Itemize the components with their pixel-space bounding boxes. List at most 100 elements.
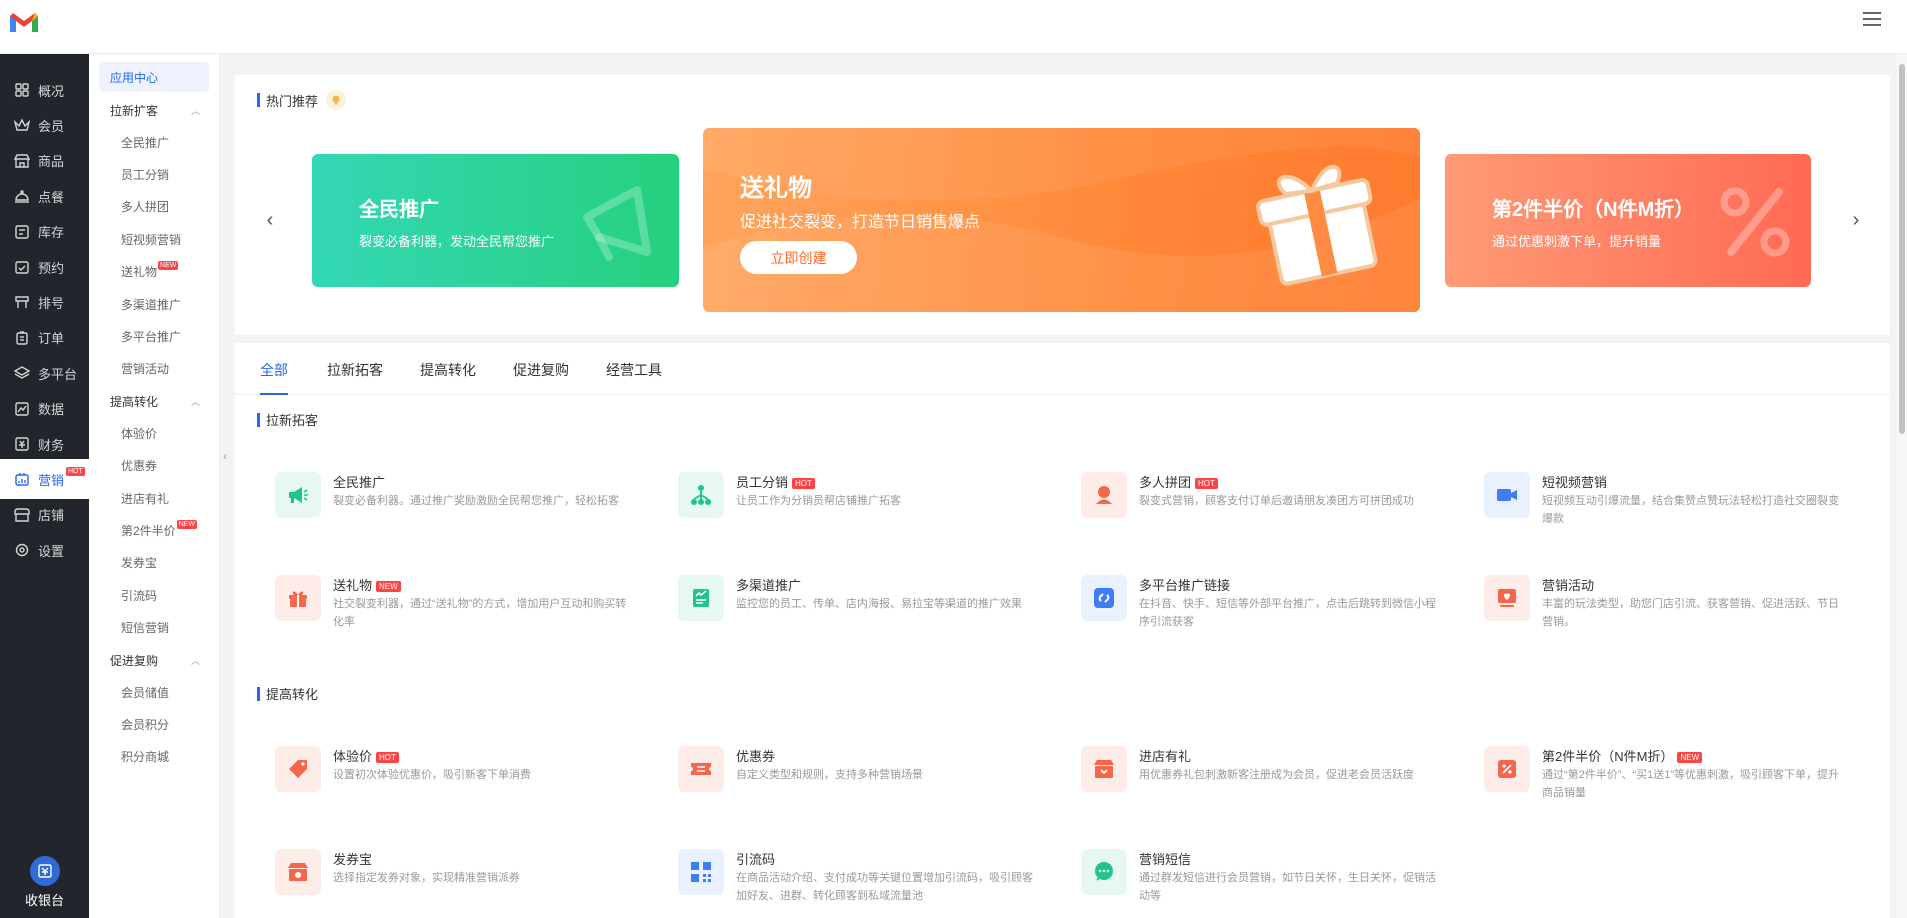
nav-item-9[interactable]: 数据 — [0, 389, 89, 429]
app-card[interactable]: 营销短信 通过群发短信进行会员营销，如节日关怀，生日关怀，促销活动等 — [1081, 849, 1461, 918]
tab-4[interactable]: 经营工具 — [606, 360, 662, 380]
app-name: 发券宝 — [333, 852, 373, 867]
app-card[interactable]: 体验价 HOT 设置初次体验优惠价，吸引新客下单消费 — [275, 746, 655, 816]
submenu-item-label: 会员积分 — [121, 717, 170, 732]
app-name: 优惠券 — [736, 749, 776, 764]
menu-group-title: 提高转化 — [110, 394, 159, 409]
nav-item-5[interactable]: 预约 — [0, 247, 89, 287]
percent-icon — [1720, 187, 1790, 257]
submenu-item[interactable]: 引流码 — [89, 580, 219, 610]
app-name: 员工分销 HOT — [736, 472, 815, 491]
section-title: 拉新拓客 — [257, 410, 318, 429]
nav-item-0[interactable]: 概况 — [0, 70, 89, 110]
cashier-button[interactable]: 收银台 — [0, 848, 89, 918]
app-center-item[interactable]: 应用中心 — [99, 62, 209, 92]
submenu-item[interactable]: 第2件半价 NEW — [89, 515, 219, 545]
nav-item-1[interactable]: 会员 — [0, 105, 89, 145]
banner-second-half-price[interactable]: 第2件半价（N件M折） 通过优惠刺激下单，提升销量 — [1445, 154, 1811, 287]
tab-0[interactable]: 全部 — [260, 360, 288, 395]
app-card[interactable]: 员工分销 HOT 让员工作为分销员帮店铺推广拓客 — [678, 472, 1058, 542]
banner-gift[interactable]: 送礼物 促进社交裂变，打造节日销售爆点 立即创建 — [703, 128, 1420, 312]
page-scrollbar[interactable] — [1897, 54, 1907, 918]
submenu-item[interactable]: 多渠道推广 — [89, 289, 219, 319]
submenu-item[interactable]: 员工分销 — [89, 159, 219, 189]
app-card[interactable]: 短视频营销 短视频互动引爆流量，结合集赞点赞玩法轻松打造社交圈裂变爆款 — [1484, 472, 1864, 542]
carousel-next-icon[interactable]: › — [1846, 210, 1866, 230]
app-card[interactable]: 进店有礼 用优惠券礼包刺激新客注册成为会员，促进老会员活跃度 — [1081, 746, 1461, 816]
submenu-item-label: 积分商城 — [121, 750, 170, 765]
tab-3[interactable]: 促进复购 — [513, 360, 569, 380]
cloche-icon — [14, 188, 30, 204]
nav-item-label: 会员 — [38, 118, 65, 134]
nav-item-label: 概况 — [38, 83, 65, 99]
submenu-item[interactable]: 积分商城 — [89, 742, 219, 772]
category-tabs: 全部 拉新拓客 提高转化 促进复购 经营工具 — [235, 343, 1890, 395]
app-card[interactable]: 发券宝 选择指定发券对象，实现精准营销派券 — [275, 849, 655, 918]
tab-2[interactable]: 提高转化 — [420, 360, 476, 380]
coupon-sender-icon — [275, 849, 321, 895]
nav-item-6[interactable]: 排号 — [0, 282, 89, 322]
menu-group-0[interactable]: 拉新扩客 ︿ — [89, 95, 219, 125]
sms-icon — [1081, 849, 1127, 895]
app-name: 第2件半价（N件M折） NEW — [1542, 746, 1703, 765]
submenu-item-label: 多渠道推广 — [121, 297, 182, 312]
submenu-item[interactable]: 营销活动 — [89, 354, 219, 384]
app-description: 通过“第2件半价”、“买1送1”等优惠刺激，吸引顾客下单，提升商品销量 — [1542, 769, 1840, 799]
submenu-item[interactable]: 全民推广 — [89, 127, 219, 157]
submenu-item[interactable]: 多平台推广 — [89, 321, 219, 351]
banner-promotion[interactable]: 全民推广 裂变必备利器，发动全民帮您推广 — [312, 154, 679, 287]
create-now-button[interactable]: 立即创建 — [740, 241, 857, 274]
carousel-prev-icon[interactable]: ‹ — [260, 210, 280, 230]
submenu-item[interactable]: 会员积分 — [89, 709, 219, 739]
submenu-item[interactable]: 体验价 — [89, 418, 219, 448]
submenu-item[interactable]: 送礼物 NEW — [89, 257, 219, 287]
nav-item-4[interactable]: 库存 — [0, 212, 89, 252]
menu-group-2[interactable]: 促进复购 ︿ — [89, 645, 219, 675]
submenu-item[interactable]: 会员储值 — [89, 677, 219, 707]
app-card[interactable]: 多人拼团 HOT 裂变式营销，顾客支付订单后邀请朋友凑团方可拼团成功 — [1081, 472, 1461, 542]
scrollbar-thumb[interactable] — [1899, 64, 1905, 434]
grid-icon — [14, 82, 30, 98]
app-card[interactable]: 营销活动 丰富的玩法类型，助您门店引流、获客营销、促进活跃、节日营销。 — [1484, 575, 1864, 645]
app-card[interactable]: 多渠道推广 监控您的员工、传单、店内海报、易拉宝等渠道的推广效果 — [678, 575, 1058, 645]
tab-1[interactable]: 拉新拓客 — [327, 360, 383, 380]
app-card[interactable]: 引流码 在商品活动介绍、支付成功等关键位置增加引流码，吸引顾客加好友、进群、转化顾… — [678, 849, 1058, 918]
app-description: 让员工作为分销员帮店铺推广拓客 — [736, 495, 901, 507]
nav-item-11[interactable]: 营销 HOT — [0, 459, 89, 500]
link-icon — [1081, 575, 1127, 621]
primary-sidebar: 概况会员商品 点餐 库存 预约 排号 订单 多平台 数据 财务 营销 HOT 店铺 设置 — [0, 54, 89, 918]
app-card[interactable]: 全民推广 裂变必备利器。通过推广奖励激励全民帮您推广，轻松拓客 — [275, 472, 655, 542]
submenu-item-label: 短视频营销 — [121, 232, 182, 247]
coupon-icon — [678, 746, 724, 792]
group-icon — [1081, 472, 1127, 518]
banner-title: 送礼物 — [740, 175, 812, 202]
submenu-item[interactable]: 发券宝 — [89, 548, 219, 578]
new-badge: NEW — [176, 519, 198, 529]
crown-icon — [14, 117, 30, 133]
nav-item-10[interactable]: 财务 — [0, 424, 89, 464]
nav-item-2[interactable]: 商品 — [0, 141, 89, 181]
app-card[interactable]: 多平台推广链接 在抖音、快手、短信等外部平台推广，点击后跳转到微信小程序引流获客 — [1081, 575, 1461, 645]
submenu-item[interactable]: 多人拼团 — [89, 192, 219, 222]
app-name: 全民推广 — [333, 475, 386, 490]
submenu-item[interactable]: 进店有礼 — [89, 483, 219, 513]
app-card[interactable]: 第2件半价（N件M折） NEW 通过“第2件半价”、“买1送1”等优惠刺激，吸引顾客… — [1484, 746, 1864, 816]
gmail-logo[interactable] — [8, 10, 40, 34]
nav-item-8[interactable]: 多平台 — [0, 353, 89, 393]
submenu-item[interactable]: 优惠券 — [89, 451, 219, 481]
submenu-item[interactable]: 短信营销 — [89, 613, 219, 643]
app-description: 短视频互动引爆流量，结合集赞点赞玩法轻松打造社交圈裂变爆款 — [1542, 495, 1839, 525]
app-card[interactable]: 优惠券 自定义类型和规则，支持多种营销场景 — [678, 746, 1058, 816]
nav-item-12[interactable]: 店铺 — [0, 495, 89, 535]
banner-title: 全民推广 — [359, 199, 439, 221]
app-card[interactable]: 送礼物 NEW 社交裂变利器，通过“送礼物”的方式，增加用户互动和购买转化率 — [275, 575, 655, 645]
nav-item-7[interactable]: 订单 — [0, 318, 89, 358]
nav-item-3[interactable]: 点餐 — [0, 176, 89, 216]
menu-group-1[interactable]: 提高转化 ︿ — [89, 386, 219, 416]
submenu-item[interactable]: 短视频营销 — [89, 224, 219, 254]
collapse-sidebar-icon[interactable]: ‹ — [220, 442, 230, 472]
nav-item-13[interactable]: 设置 — [0, 530, 89, 570]
menu-icon[interactable] — [1863, 12, 1881, 30]
app-description: 用优惠券礼包刺激新客注册成为会员，促进老会员活跃度 — [1139, 769, 1414, 781]
app-name: 体验价 HOT — [333, 746, 399, 765]
